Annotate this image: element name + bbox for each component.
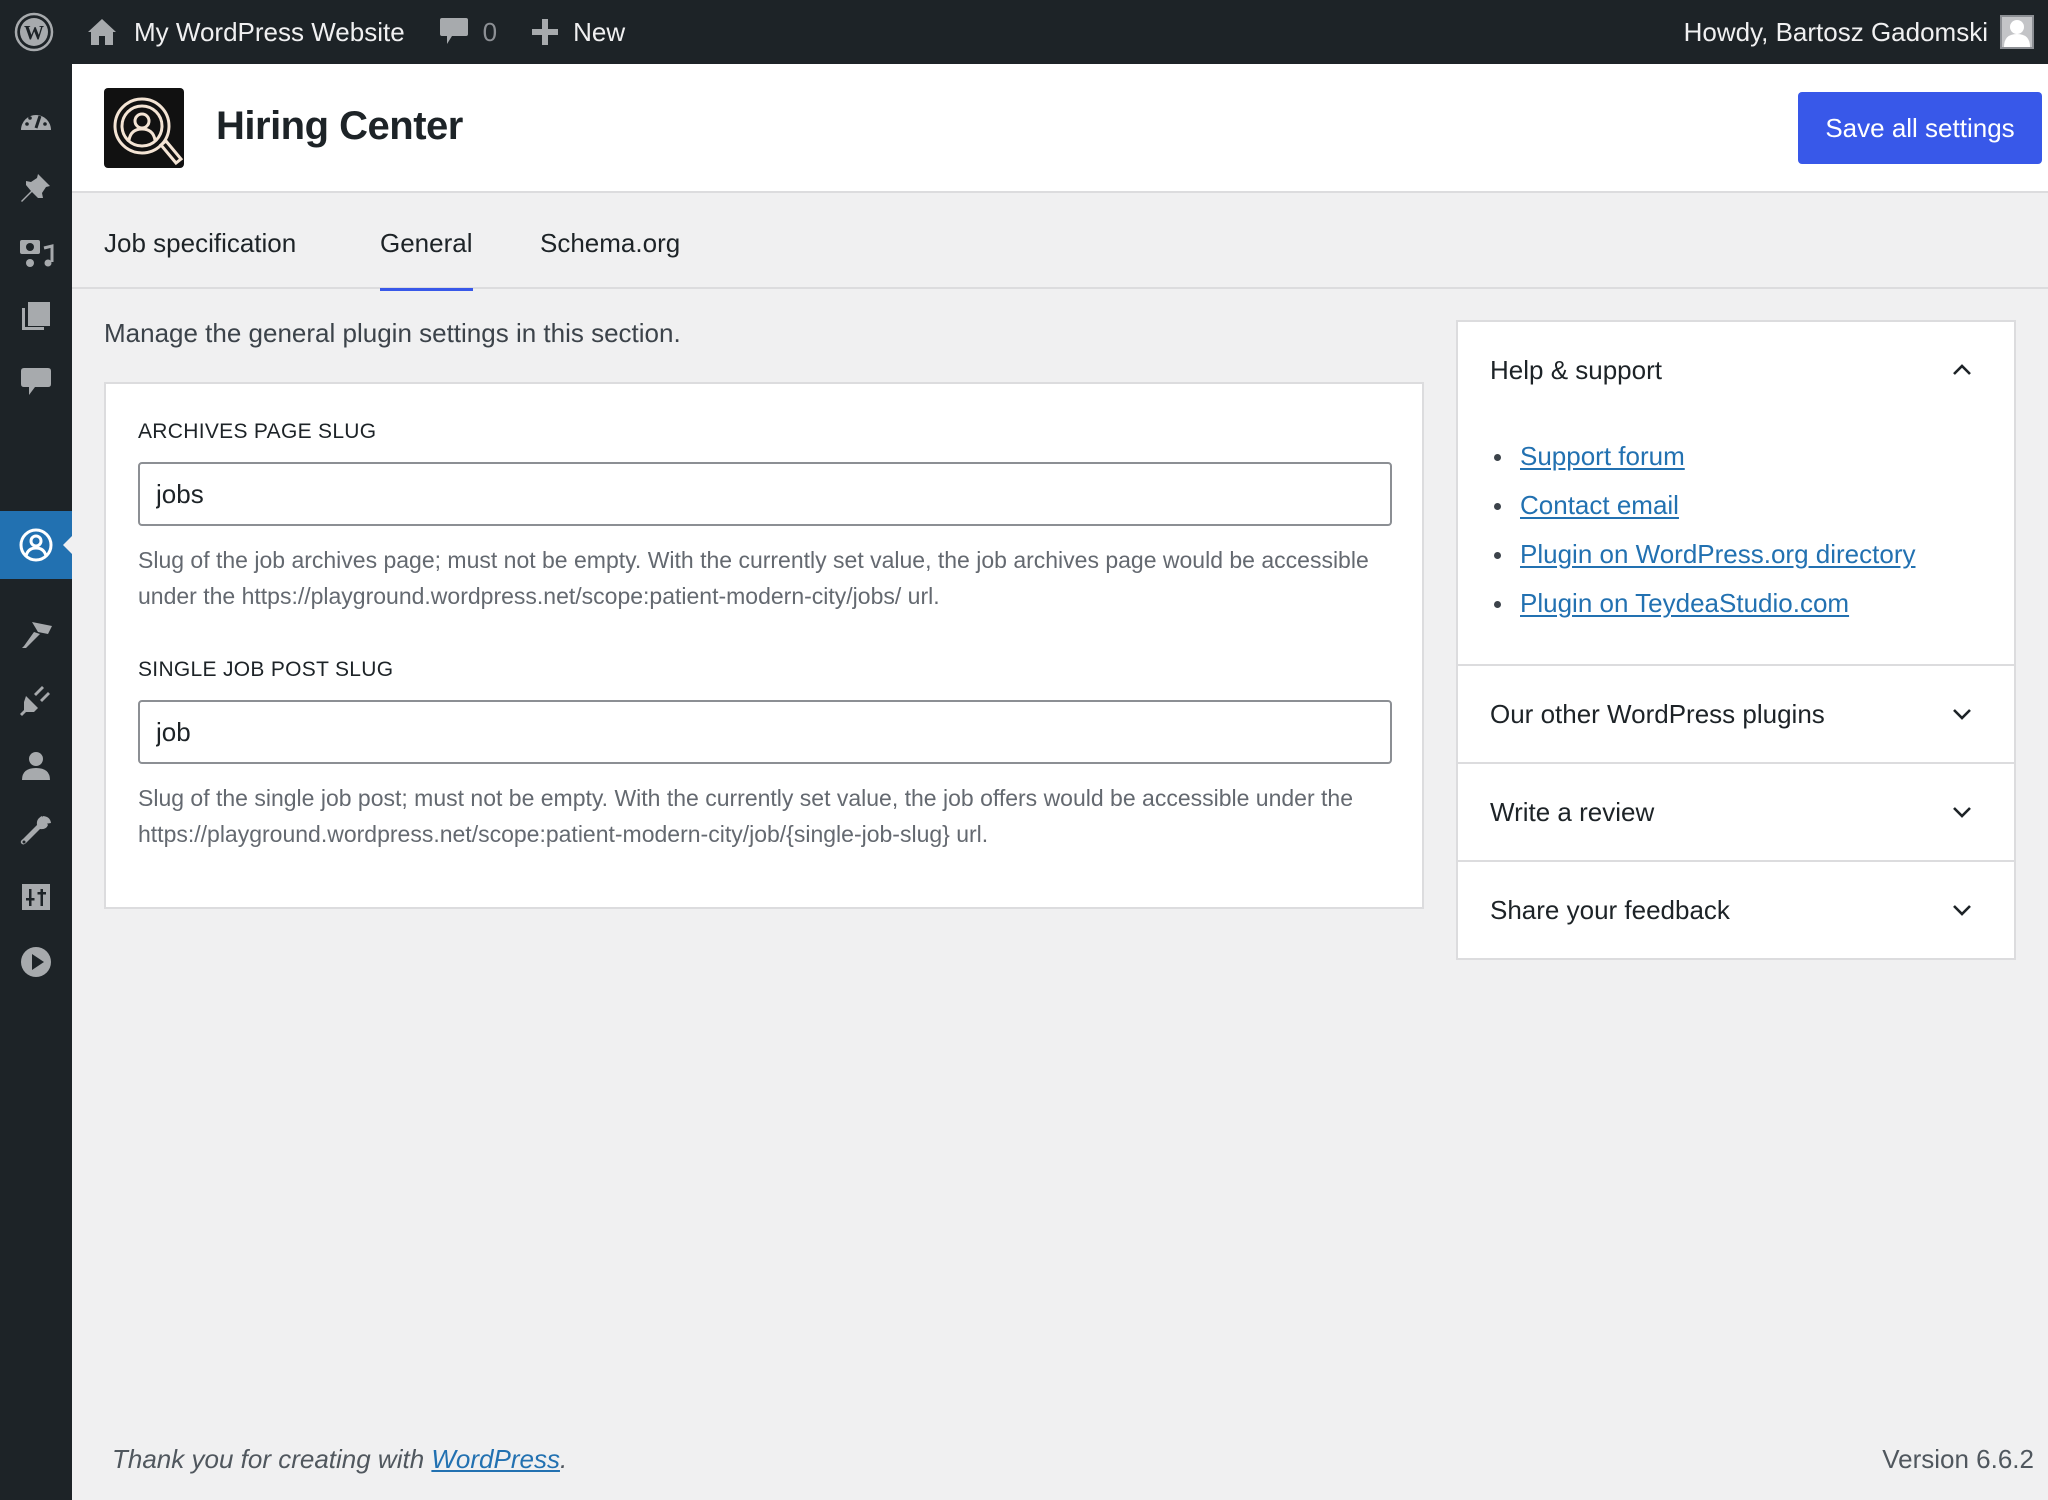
- settings-tabs: Job specification General Schema.org: [72, 194, 2048, 291]
- tab-schema-org[interactable]: Schema.org: [540, 194, 680, 289]
- comment-icon: [21, 368, 51, 395]
- play-icon: [21, 947, 51, 977]
- pages-icon: [22, 302, 50, 330]
- chevron-down-icon: [1953, 807, 1971, 818]
- help-links: Support forum Contact email Plugin on Wo…: [1458, 418, 2014, 664]
- sidebar-item-media[interactable]: [0, 220, 72, 284]
- footer-thanks-text: Thank you for creating with: [112, 1444, 432, 1474]
- wrench-icon: [20, 816, 51, 845]
- comments-link[interactable]: 0: [439, 0, 531, 64]
- new-content-link[interactable]: New: [531, 0, 625, 64]
- archives-slug-help: Slug of the job archives page; must not …: [138, 547, 1369, 609]
- footer-thanks: Thank you for creating with WordPress.: [112, 1444, 567, 1475]
- magnifier-user-icon: [113, 97, 184, 166]
- accordion-toggle-help-support[interactable]: Help & support: [1458, 322, 2014, 418]
- list-item: Support forum: [1490, 432, 1982, 481]
- help-panel: Help & support Support forum Contact ema…: [1456, 320, 2016, 960]
- hiring-center-logo: [104, 88, 184, 168]
- sidebar-item-comments[interactable]: [0, 350, 72, 414]
- greeting: Howdy, Bartosz Gadomski: [1683, 16, 1988, 47]
- wordpress-org-link[interactable]: Plugin on WordPress.org directory: [1520, 539, 1915, 570]
- sidebar-item-plugins[interactable]: [0, 668, 72, 732]
- new-label: New: [573, 16, 626, 47]
- accordion-title: Our other WordPress plugins: [1490, 698, 1825, 729]
- user-icon: [22, 752, 50, 780]
- accordion-write-review: Write a review: [1458, 762, 2014, 860]
- single-job-slug-help: Slug of the single job post; must not be…: [138, 785, 1353, 847]
- avatar: [2000, 15, 2034, 49]
- media-icon: [20, 240, 54, 267]
- footer-period: .: [559, 1444, 568, 1474]
- page-title: Hiring Center: [216, 104, 463, 148]
- chevron-down-icon: [1953, 905, 1971, 916]
- sidebar-item-appearance[interactable]: [0, 602, 72, 666]
- accordion-toggle-other-plugins[interactable]: Our other WordPress plugins: [1458, 666, 2014, 762]
- user-avatar-icon: [2004, 20, 2030, 47]
- accordion-other-plugins: Our other WordPress plugins: [1458, 664, 2014, 762]
- tab-job-specification[interactable]: Job specification: [104, 194, 296, 289]
- accordion-toggle-share-feedback[interactable]: Share your feedback: [1458, 862, 2014, 958]
- teydeastudio-link[interactable]: Plugin on TeydeaStudio.com: [1520, 588, 1849, 619]
- user-circle-icon: [19, 528, 53, 562]
- accordion-title: Share your feedback: [1490, 894, 1730, 925]
- accordion-title: Write a review: [1490, 796, 1655, 827]
- accordion-share-feedback: Share your feedback: [1458, 860, 2014, 958]
- accordion-toggle-write-review[interactable]: Write a review: [1458, 764, 2014, 860]
- contact-email-link[interactable]: Contact email: [1520, 490, 1679, 521]
- wp-logo-menu[interactable]: W: [0, 0, 68, 64]
- site-name-link[interactable]: My WordPress Website: [68, 0, 439, 64]
- wordpress-link[interactable]: WordPress: [431, 1444, 560, 1474]
- admin-bar: W My WordPress Website 0 New Howdy, Bart…: [0, 0, 2048, 64]
- brush-icon: [22, 622, 52, 648]
- sidebar-item-dashboard[interactable]: [0, 90, 72, 154]
- tab-general[interactable]: General: [380, 194, 473, 291]
- svg-text:W: W: [24, 22, 44, 44]
- single-job-slug-label: SINGLE JOB POST SLUG: [138, 658, 394, 681]
- list-item: Contact email: [1490, 481, 1982, 530]
- site-name: My WordPress Website: [134, 16, 405, 47]
- archives-slug-label: ARCHIVES PAGE SLUG: [138, 420, 377, 443]
- wordpress-logo-icon: W: [14, 12, 54, 52]
- my-account-menu[interactable]: Howdy, Bartosz Gadomski: [1684, 0, 2034, 64]
- section-description: Manage the general plugin settings in th…: [104, 318, 681, 348]
- home-icon: [88, 19, 116, 45]
- accordion-title: Help & support: [1490, 354, 1662, 385]
- comment-icon: [439, 18, 468, 44]
- comments-count: 0: [482, 16, 498, 47]
- accordion-help-support: Help & support Support forum Contact ema…: [1458, 322, 2014, 664]
- single-job-slug-input[interactable]: [138, 700, 1392, 764]
- sidebar-item-media-player[interactable]: [0, 930, 72, 994]
- sidebar-item-settings[interactable]: [0, 864, 72, 928]
- sidebar-item-pages[interactable]: [0, 284, 72, 348]
- list-item: Plugin on WordPress.org directory: [1490, 530, 1982, 579]
- plus-icon: [532, 19, 559, 45]
- pin-icon: [21, 174, 50, 202]
- admin-sidebar: [0, 64, 72, 1500]
- settings-sliders-icon: [22, 884, 50, 910]
- sidebar-item-users[interactable]: [0, 734, 72, 798]
- wp-version: Version 6.6.2: [1882, 1444, 2034, 1474]
- general-settings-card: ARCHIVES PAGE SLUG Slug of the job archi…: [104, 382, 1424, 909]
- sidebar-item-hiring-center[interactable]: [0, 511, 72, 579]
- save-all-settings-button[interactable]: Save all settings: [1798, 92, 2042, 164]
- chevron-down-icon: [1953, 709, 1971, 720]
- plugin-icon: [20, 686, 50, 716]
- dashboard-icon: [21, 115, 51, 130]
- sidebar-item-posts[interactable]: [0, 156, 72, 220]
- support-forum-link[interactable]: Support forum: [1520, 441, 1685, 472]
- sidebar-item-tools[interactable]: [0, 798, 72, 862]
- archives-slug-input[interactable]: [138, 462, 1392, 526]
- page-header: Hiring Center Save all settings: [72, 64, 2048, 193]
- list-item: Plugin on TeydeaStudio.com: [1490, 579, 1982, 628]
- chevron-up-icon: [1953, 364, 1971, 375]
